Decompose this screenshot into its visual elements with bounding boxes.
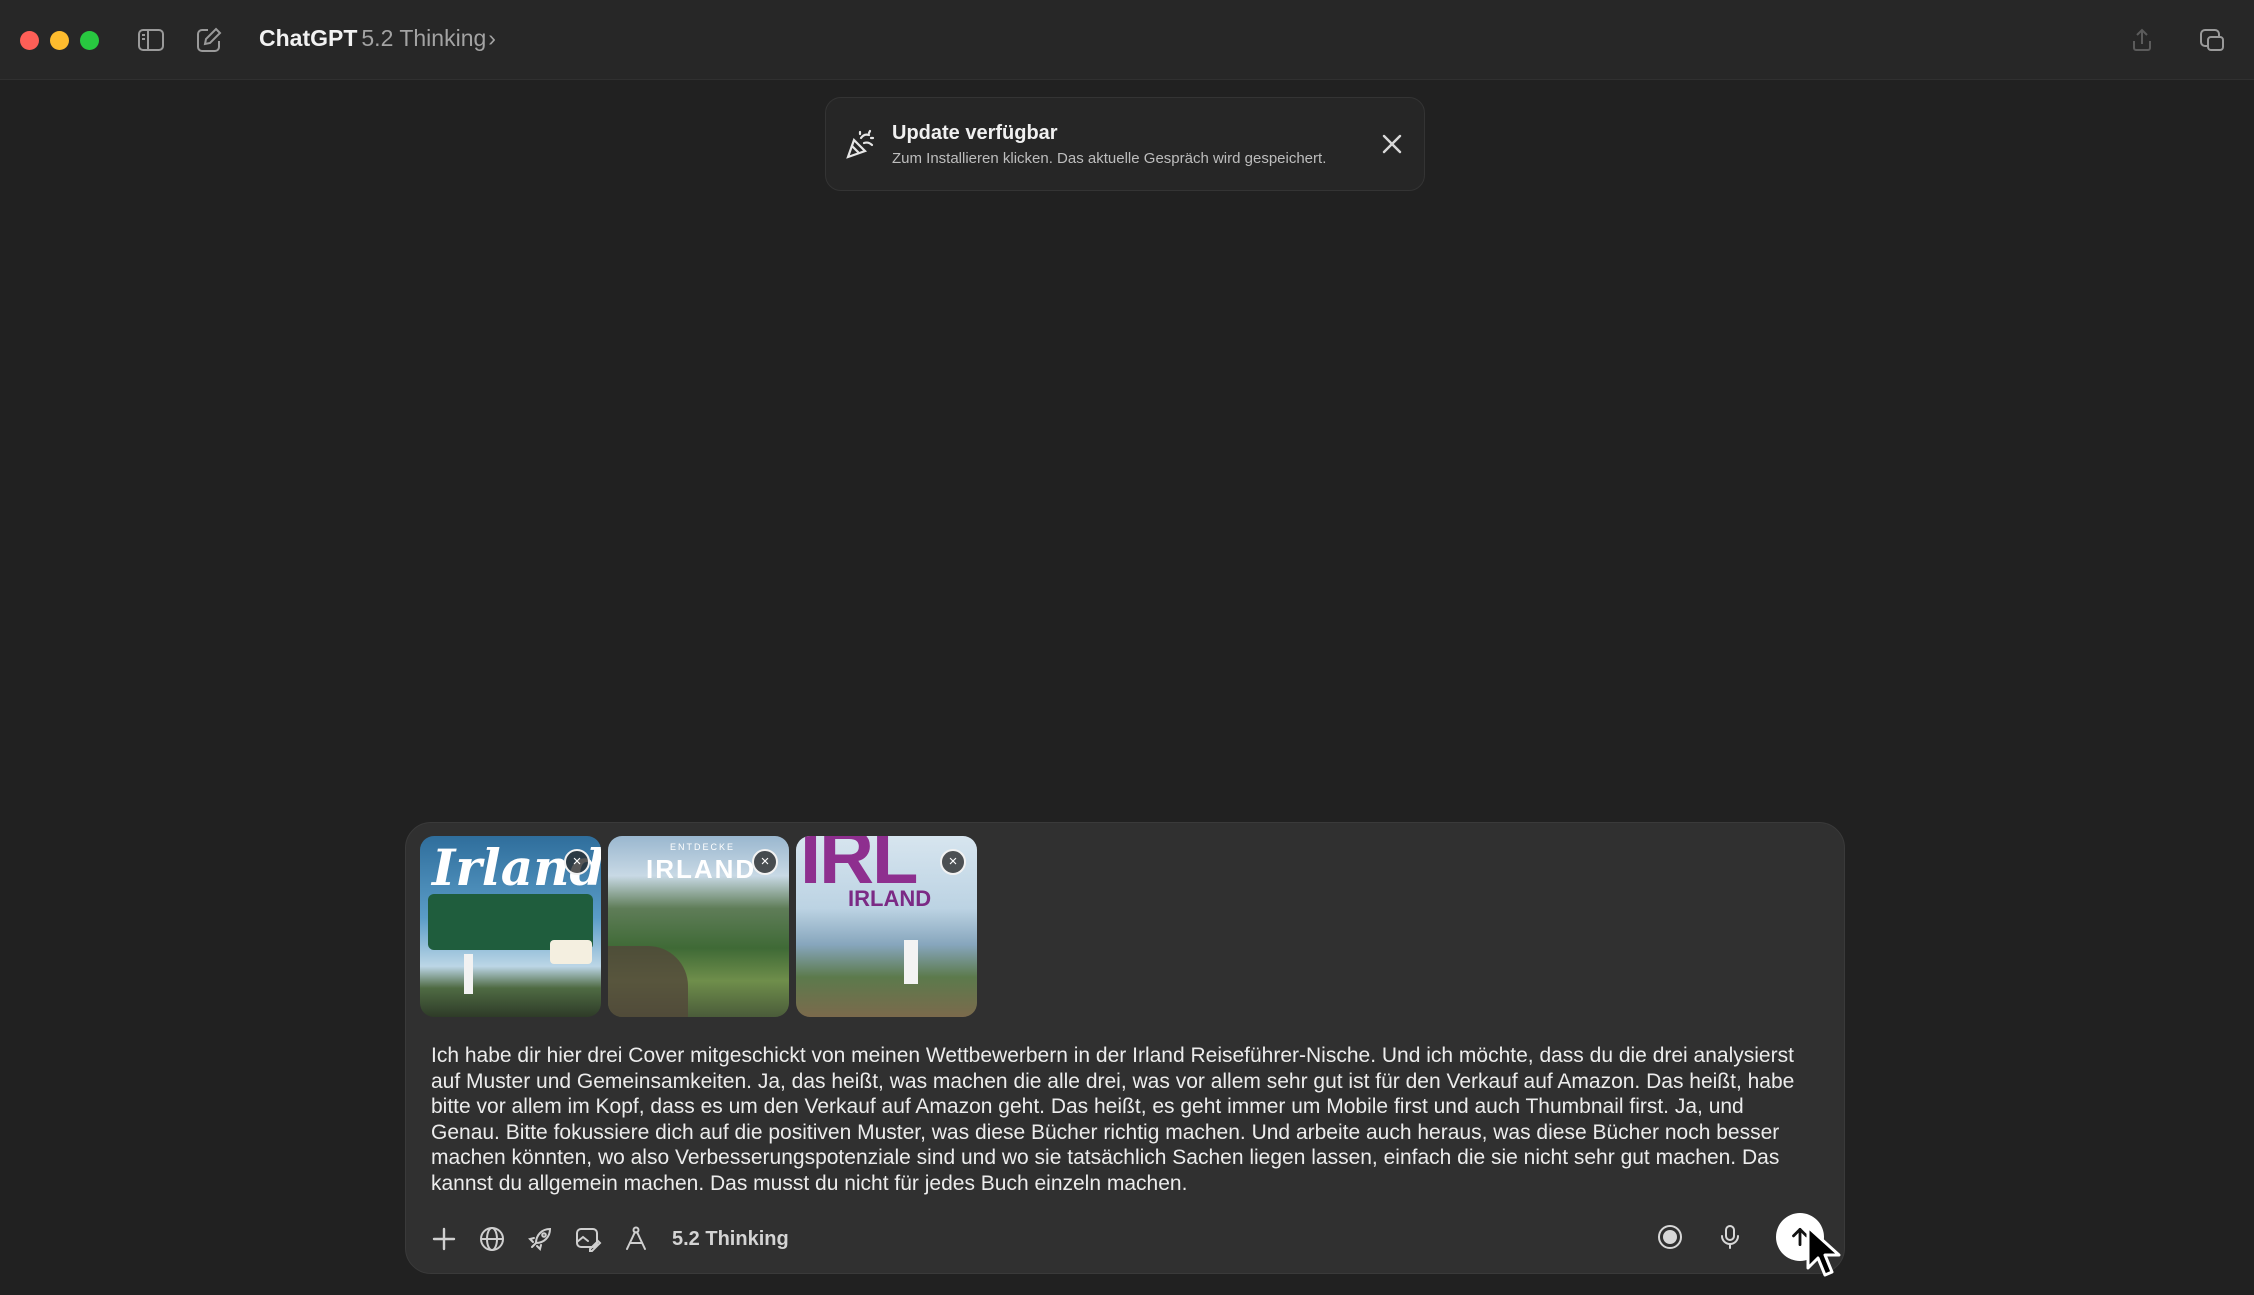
remove-attachment-button[interactable]: ×: [752, 849, 778, 875]
image-edit-icon[interactable]: [570, 1221, 606, 1257]
cliff-image: [608, 946, 688, 1017]
title-bar: ChatGPT 5.2 Thinking›: [0, 0, 2254, 80]
attachment-thumbnail[interactable]: ENTDECKE IRLAND ×: [608, 836, 789, 1017]
cover-title: IRLAND: [646, 854, 757, 884]
microphone-icon[interactable]: [1712, 1219, 1748, 1255]
window-close-button[interactable]: [20, 31, 39, 50]
chevron-right-icon: ›: [488, 25, 496, 51]
prompt-input[interactable]: Ich habe dir hier drei Cover mitgeschick…: [431, 1043, 1816, 1196]
mouse-cursor-icon: [1806, 1225, 1841, 1277]
lighthouse-image: [904, 940, 918, 984]
attachment-thumbnail[interactable]: IRL IRLAND ×: [796, 836, 977, 1017]
attachment-list: Irland × ENTDECKE IRLAND × IRL IRLAND ×: [420, 836, 977, 1017]
party-popper-icon: [842, 126, 878, 162]
cover-kicker: ENTDECKE: [670, 842, 736, 852]
model-selector-label[interactable]: 5.2 Thinking: [672, 1228, 789, 1251]
record-icon[interactable]: [1652, 1219, 1688, 1255]
new-chat-icon[interactable]: [193, 24, 225, 56]
app-name: ChatGPT: [259, 25, 358, 51]
model-selector[interactable]: 5.2 Thinking: [361, 25, 486, 51]
attachment-thumbnail[interactable]: Irland ×: [420, 836, 601, 1017]
update-notification[interactable]: Update verfügbar Zum Installieren klicke…: [825, 97, 1425, 191]
rocket-icon[interactable]: [522, 1221, 558, 1257]
sidebar-toggle-icon[interactable]: [135, 24, 167, 56]
globe-icon[interactable]: [474, 1221, 510, 1257]
share-icon[interactable]: [2126, 24, 2158, 56]
cover-title: IRLAND: [848, 886, 932, 911]
message-composer[interactable]: Irland × ENTDECKE IRLAND × IRL IRLAND × …: [405, 822, 1845, 1274]
toast-subtitle: Zum Installieren klicken. Das aktuelle G…: [892, 150, 1327, 167]
toast-title: Update verfügbar: [892, 122, 1058, 144]
composer-actions: [1628, 1213, 1824, 1261]
remove-attachment-button[interactable]: ×: [940, 849, 966, 875]
compass-icon[interactable]: [618, 1221, 654, 1257]
cover-badge: [550, 940, 592, 964]
remove-attachment-button[interactable]: ×: [564, 849, 590, 875]
window-minimize-button[interactable]: [50, 31, 69, 50]
close-icon[interactable]: [1378, 130, 1406, 158]
lighthouse-image: [464, 954, 473, 994]
plus-icon[interactable]: [426, 1221, 462, 1257]
new-window-icon[interactable]: [2196, 24, 2228, 56]
window-maximize-button[interactable]: [80, 31, 99, 50]
composer-toolbar: 5.2 Thinking: [426, 1217, 789, 1261]
app-title[interactable]: ChatGPT 5.2 Thinking›: [259, 25, 496, 52]
